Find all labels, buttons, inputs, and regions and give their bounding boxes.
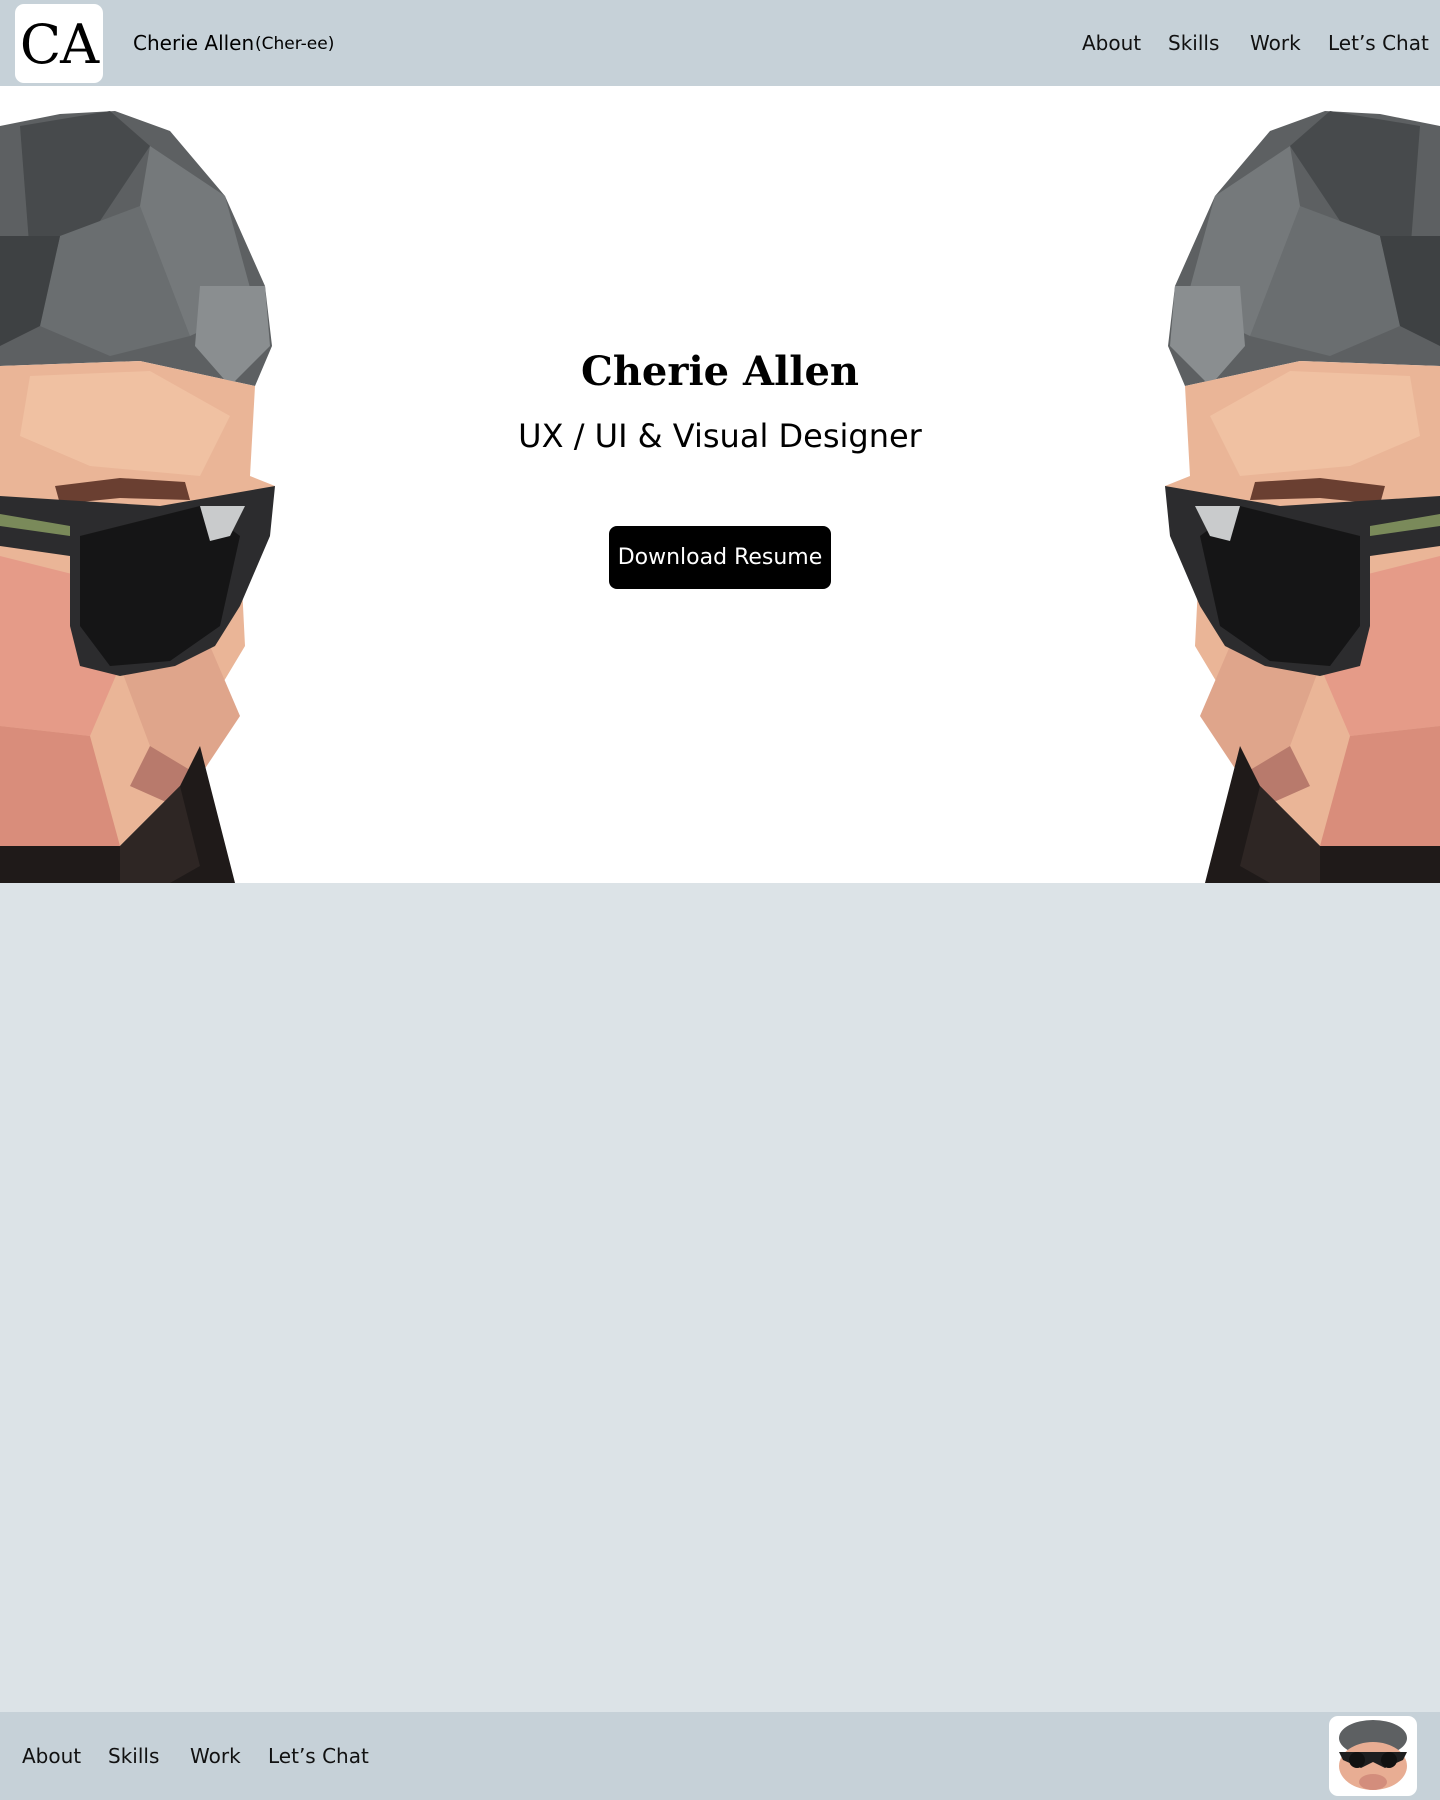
portrait-left-image	[0, 111, 275, 883]
portrait-right-image	[1165, 111, 1440, 883]
avatar-icon	[1339, 1720, 1407, 1790]
logo[interactable]: CA	[15, 4, 103, 83]
brand-pronunciation: (Cher-ee)	[255, 34, 335, 54]
nav-link-chat[interactable]: Let’s Chat	[1328, 31, 1429, 55]
nav-link-work[interactable]: Work	[1250, 31, 1301, 55]
footer-link-skills[interactable]: Skills	[108, 1744, 159, 1768]
site-header: CA Cherie Allen (Cher-ee) About Skills W…	[0, 0, 1440, 86]
brand-name: Cherie Allen	[133, 31, 255, 55]
footer-link-work[interactable]: Work	[190, 1744, 241, 1768]
footer-link-chat[interactable]: Let’s Chat	[268, 1744, 369, 1768]
hero-subtitle: UX / UI & Visual Designer	[518, 417, 922, 455]
hero-section: Cherie Allen UX / UI & Visual Designer D…	[0, 86, 1440, 883]
footer-link-about[interactable]: About	[22, 1744, 81, 1768]
footer-avatar[interactable]	[1329, 1716, 1417, 1796]
download-resume-button[interactable]: Download Resume	[609, 526, 831, 589]
nav-link-about[interactable]: About	[1082, 31, 1141, 55]
nav-link-skills[interactable]: Skills	[1168, 31, 1219, 55]
hero-title: Cherie Allen	[581, 348, 859, 395]
site-footer: About Skills Work Let’s Chat	[0, 1712, 1440, 1800]
